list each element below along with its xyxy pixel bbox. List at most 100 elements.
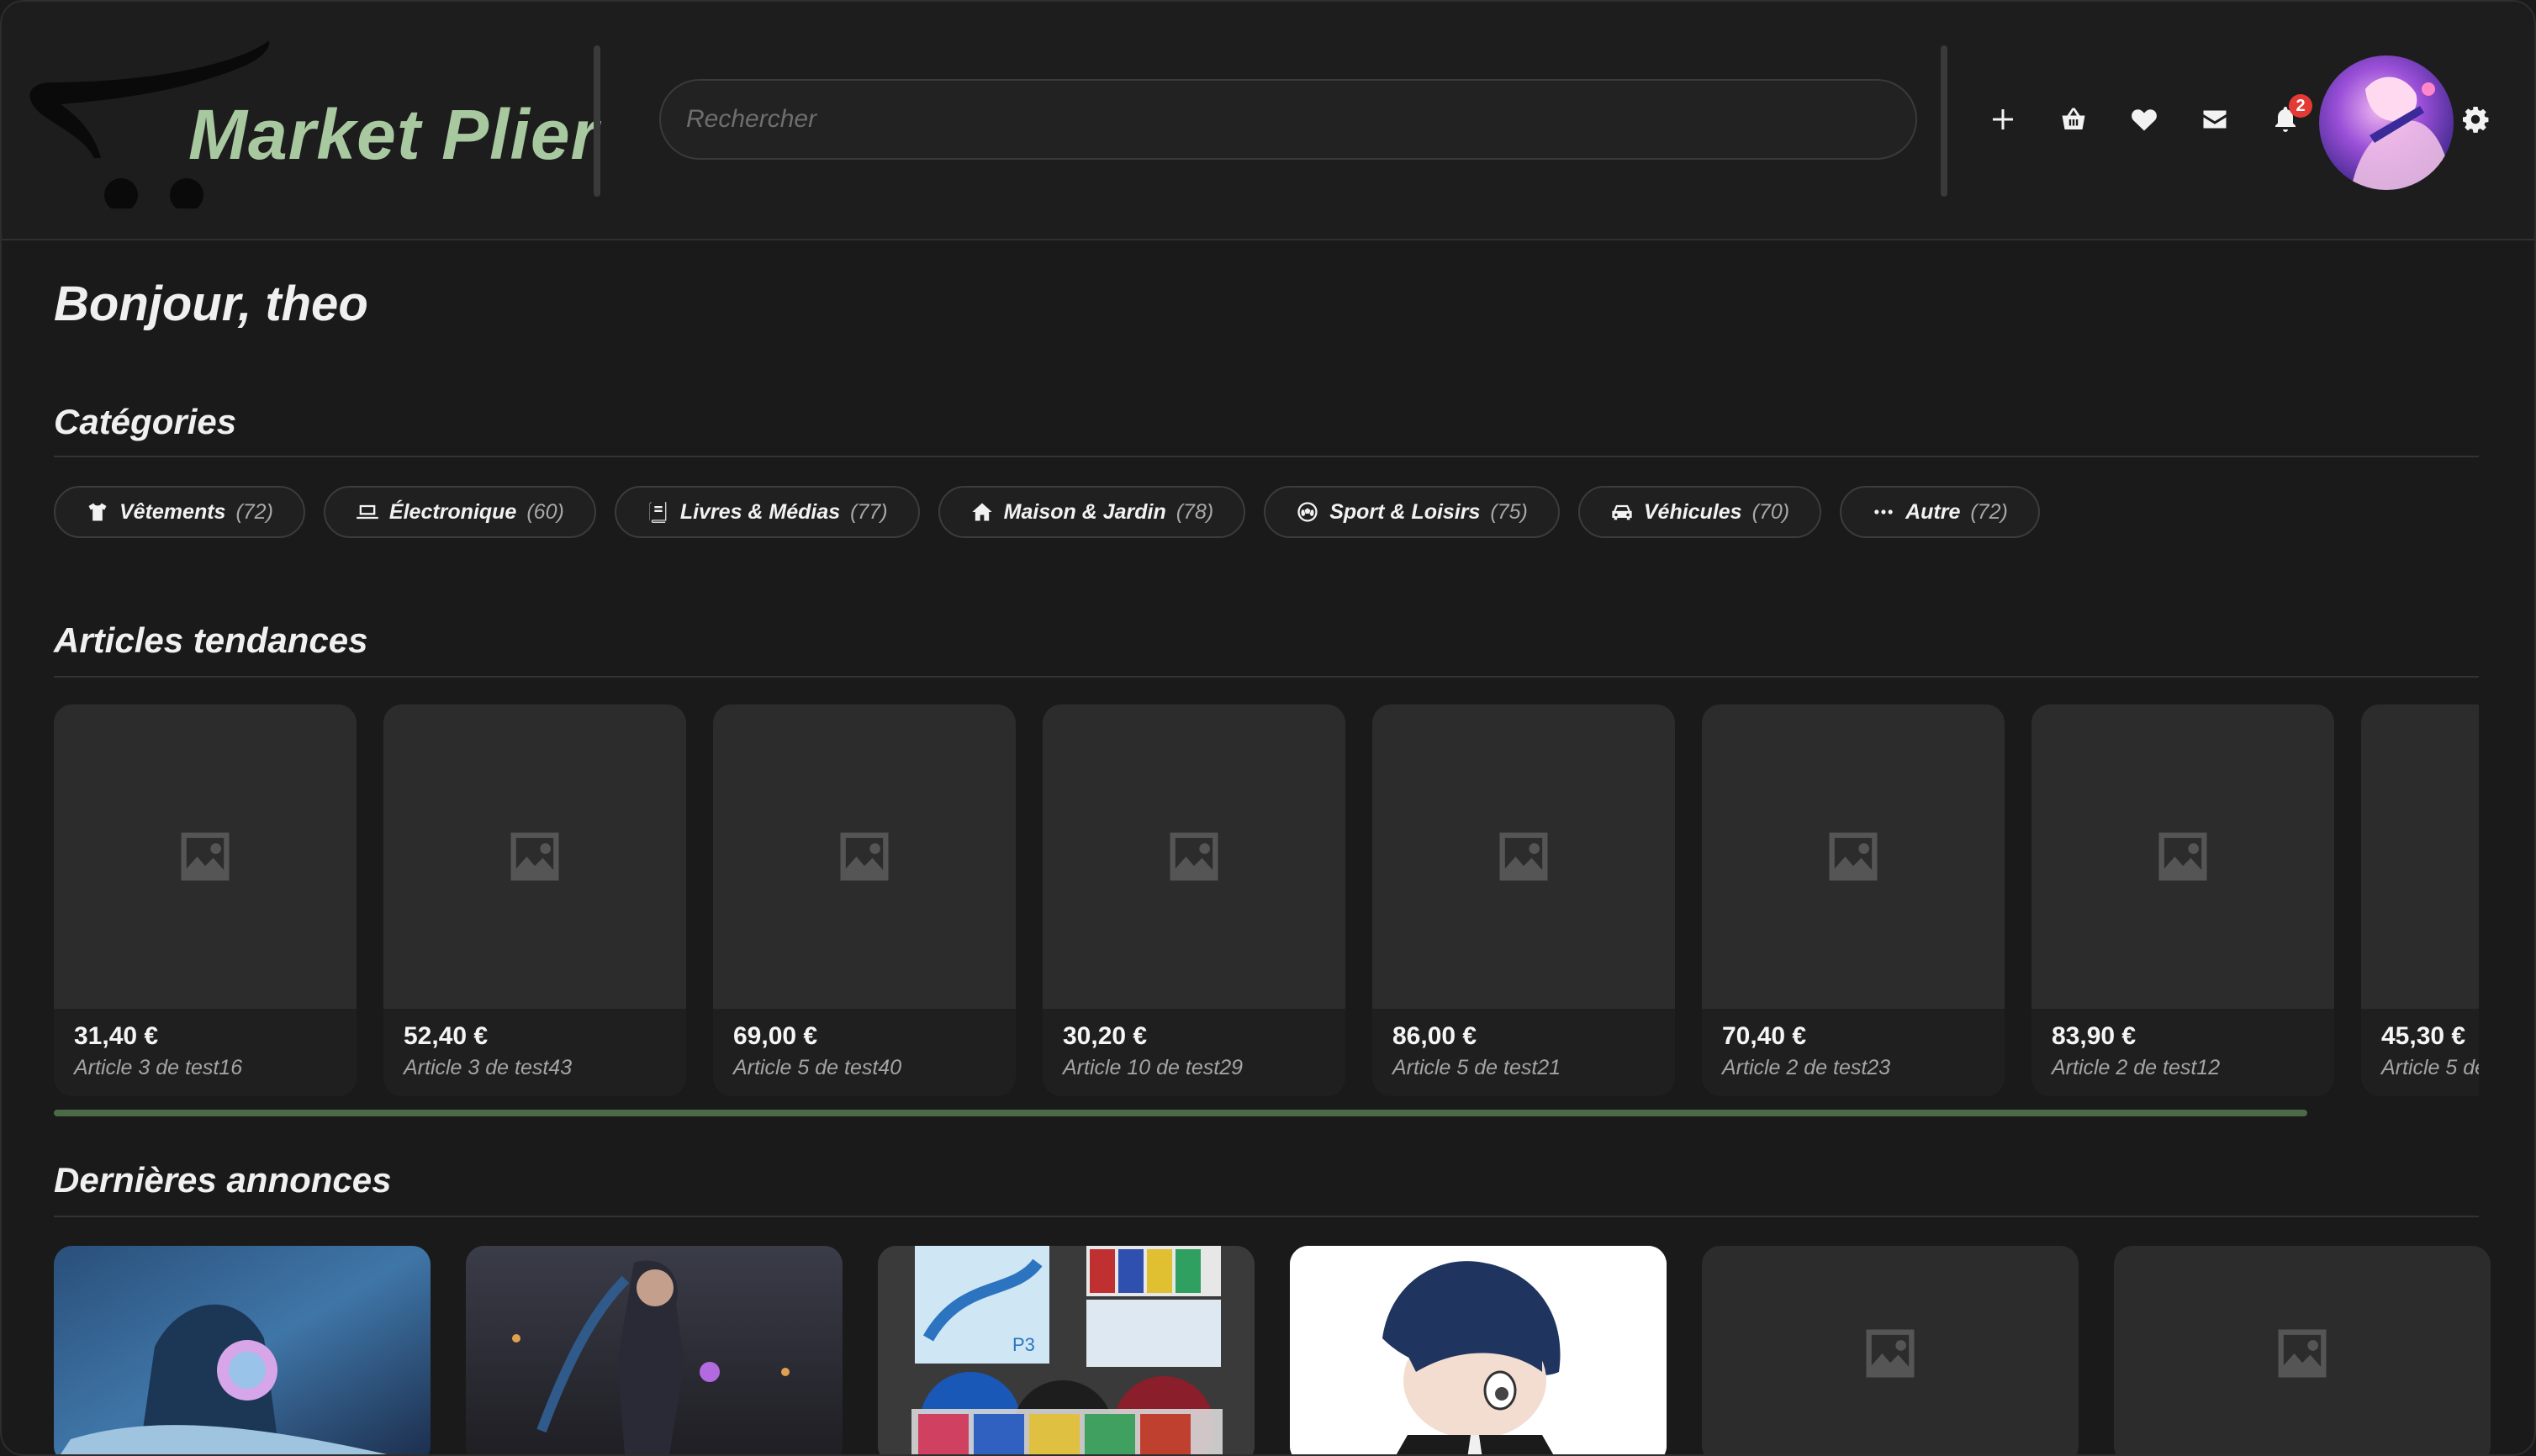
product-image-placeholder	[1043, 704, 1345, 1009]
category-chip-sport-loisirs[interactable]: Sport & Loisirs (75)	[1264, 486, 1560, 538]
category-count: (77)	[850, 499, 888, 524]
product-card[interactable]: 70,40 € Article 2 de test23	[1702, 704, 2005, 1096]
product-price: 69,00 €	[733, 1022, 818, 1050]
product-price: 45,30 €	[2381, 1022, 2466, 1050]
listing-image	[54, 1246, 431, 1454]
product-card[interactable]: 69,00 € Article 5 de test40	[713, 704, 1016, 1096]
category-chip-electronique[interactable]: Électronique (60)	[323, 486, 596, 538]
listing-image-placeholder	[1858, 1321, 1922, 1390]
product-image-placeholder	[1702, 704, 2005, 1009]
product-card[interactable]: 31,40 € Article 3 de test16	[54, 704, 357, 1096]
product-image-placeholder	[1372, 704, 1675, 1009]
category-label: Autre	[1905, 499, 1961, 524]
cover-text: P3	[1012, 1334, 1035, 1355]
trending-heading: Articles tendances	[54, 620, 368, 660]
product-title: Article 3 de test43	[404, 1056, 573, 1079]
shirt-icon	[88, 503, 107, 521]
category-chip-autre[interactable]: Autre (72)	[1840, 486, 2040, 538]
notification-badge: 2	[2289, 94, 2312, 118]
mail-icon[interactable]	[2196, 101, 2233, 138]
product-price: 52,40 €	[404, 1022, 489, 1050]
listing-image: P3	[878, 1246, 1255, 1454]
trending-carousel[interactable]: 31,40 € Article 3 de test16 52,40 € Arti…	[54, 704, 2479, 1096]
listing-card[interactable]	[466, 1246, 843, 1454]
logo[interactable]: Market Plier	[27, 32, 598, 212]
product-card[interactable]: 30,20 € Article 10 de test29	[1043, 704, 1345, 1096]
category-list: Vêtements (72) Électronique (60) Livres …	[54, 486, 2040, 538]
product-card[interactable]: 86,00 € Article 5 de test21	[1372, 704, 1675, 1096]
carousel-scrollbar[interactable]	[54, 1110, 2307, 1116]
search-input[interactable]	[659, 79, 1917, 160]
image-icon	[2158, 832, 2207, 881]
product-price: 86,00 €	[1392, 1022, 1477, 1050]
product-card[interactable]: 83,90 € Article 2 de test12	[2031, 704, 2334, 1096]
product-image-placeholder	[54, 704, 357, 1009]
listing-image-placeholder	[2270, 1321, 2334, 1390]
laptop-icon	[357, 504, 378, 520]
avatar[interactable]	[2319, 55, 2454, 190]
image-icon	[1829, 832, 1878, 881]
listing-card[interactable]	[1702, 1246, 2079, 1454]
logo-text: Market Plier	[188, 95, 600, 174]
image-icon	[1170, 832, 1218, 881]
product-image-placeholder	[383, 704, 686, 1009]
listing-card[interactable]	[1290, 1246, 1667, 1454]
product-title: Article 2 de test12	[2052, 1056, 2221, 1079]
listing-image	[1290, 1246, 1667, 1454]
category-count: (72)	[1970, 499, 2008, 524]
product-price: 70,40 €	[1722, 1022, 1807, 1050]
product-title: Article 5 de test	[2381, 1056, 2479, 1079]
product-image-placeholder	[2361, 704, 2479, 1009]
greeting: Bonjour, theo	[54, 277, 368, 331]
listing-card[interactable]	[2114, 1246, 2491, 1454]
listing-card[interactable]: P3	[878, 1246, 1255, 1454]
listing-image	[466, 1246, 843, 1454]
category-label: Électronique	[388, 499, 517, 524]
latest-listings: P3	[54, 1246, 2491, 1454]
book-icon	[649, 502, 667, 523]
gear-icon[interactable]	[2457, 101, 2494, 138]
image-icon	[510, 832, 559, 881]
image-icon	[181, 832, 230, 881]
image-icon	[840, 832, 889, 881]
product-title: Article 2 de test23	[1722, 1056, 1891, 1079]
category-count: (78)	[1176, 499, 1214, 524]
house-icon	[971, 503, 992, 521]
image-icon	[2278, 1329, 2327, 1377]
product-card[interactable]: 52,40 € Article 3 de test43	[383, 704, 686, 1096]
plus-icon[interactable]	[1984, 101, 2021, 138]
category-label: Véhicules	[1643, 499, 1742, 524]
car-icon	[1612, 504, 1632, 520]
basket-icon[interactable]	[2055, 101, 2092, 138]
category-label: Sport & Loisirs	[1329, 499, 1481, 524]
category-count: (70)	[1751, 499, 1790, 524]
product-title: Article 10 de test29	[1063, 1056, 1244, 1079]
category-label: Maison & Jardin	[1003, 499, 1166, 524]
heart-icon[interactable]	[2126, 101, 2163, 138]
product-price: 83,90 €	[2052, 1022, 2137, 1050]
category-label: Livres & Médias	[679, 499, 841, 524]
category-count: (72)	[235, 499, 273, 524]
app-window: Market Plier 2	[0, 0, 2536, 1456]
product-price: 31,40 €	[74, 1022, 159, 1050]
category-chip-livres-medias[interactable]: Livres & Médias (77)	[614, 486, 920, 538]
category-chip-vehicules[interactable]: Véhicules (70)	[1577, 486, 1822, 538]
category-chip-maison-jardin[interactable]: Maison & Jardin (78)	[938, 486, 1246, 538]
product-card[interactable]: 45,30 € Article 5 de test	[2361, 704, 2479, 1096]
product-image-placeholder	[713, 704, 1016, 1009]
header-divider	[1941, 45, 1947, 197]
product-title: Article 3 de test16	[74, 1056, 243, 1079]
header-divider	[594, 45, 600, 197]
image-icon	[1499, 832, 1548, 881]
product-image-placeholder	[2031, 704, 2334, 1009]
latest-heading: Dernières annonces	[54, 1160, 392, 1200]
listing-card[interactable]	[54, 1246, 431, 1454]
category-count: (60)	[526, 499, 564, 524]
category-chip-vetements[interactable]: Vêtements (72)	[54, 486, 305, 538]
categories-heading: Catégories	[54, 402, 237, 441]
divider	[54, 456, 2479, 457]
product-title: Article 5 de test40	[733, 1056, 902, 1079]
header: Market Plier 2	[2, 2, 2534, 240]
dots-icon	[1874, 509, 1893, 514]
category-count: (75)	[1490, 499, 1528, 524]
